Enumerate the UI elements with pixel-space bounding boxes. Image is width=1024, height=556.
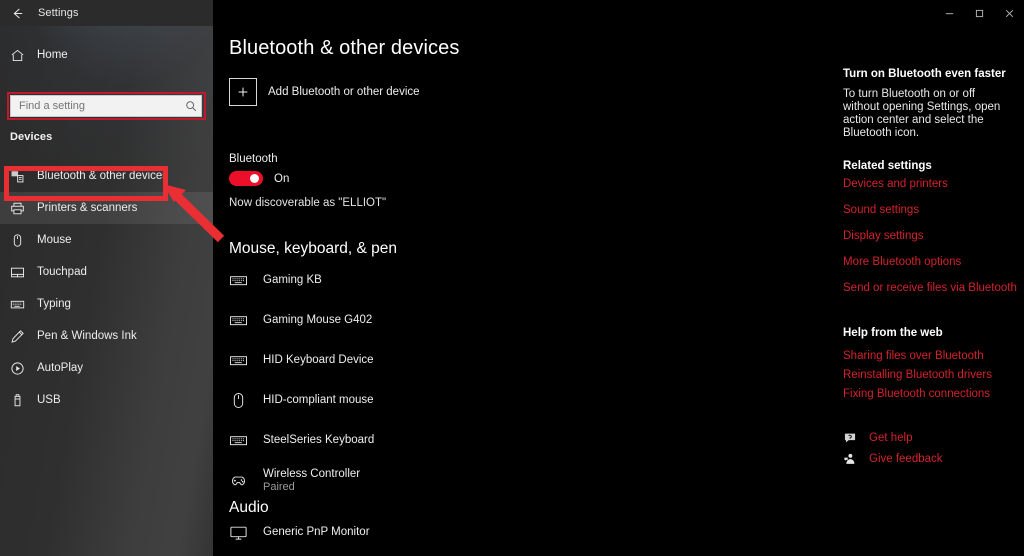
sidebar-item-autoplay[interactable]: AutoPlay — [0, 352, 213, 384]
related-link-devices-and-printers[interactable]: Devices and printers — [843, 178, 948, 190]
sidebar-item-label: AutoPlay — [37, 362, 84, 374]
device-row-gaming-mouse-g402[interactable]: Gaming Mouse G402 — [229, 303, 372, 337]
tip-body: To turn Bluetooth on or off without open… — [843, 88, 1001, 139]
related-link-display-settings[interactable]: Display settings — [843, 230, 924, 242]
sidebar-item-label: Home — [37, 49, 68, 61]
sidebar-item-label: Pen & Windows Ink — [37, 330, 137, 342]
related-link-more-bluetooth-options[interactable]: More Bluetooth options — [843, 256, 961, 268]
device-name: HID-compliant mouse — [263, 394, 374, 406]
discoverable-text: Now discoverable as "ELLIOT" — [229, 197, 387, 209]
sidebar-item-label: Typing — [37, 298, 71, 310]
settings-window: Settings Home Find a setting Devices Blu… — [0, 0, 1024, 556]
search-icon[interactable] — [185, 100, 197, 112]
related-settings-title: Related settings — [843, 160, 932, 172]
device-row-wireless-controller[interactable]: Wireless Controller Paired — [229, 463, 360, 497]
device-name: Wireless Controller — [263, 467, 361, 480]
feedback-person-icon — [843, 452, 862, 466]
keyboard-icon — [229, 347, 255, 373]
search-input[interactable] — [19, 96, 185, 116]
device-name: SteelSeries Keyboard — [263, 434, 375, 446]
mouse-icon — [10, 233, 32, 248]
sidebar-item-printers-scanners[interactable]: Printers & scanners — [0, 192, 213, 224]
group-title-mouse-keyboard-pen: Mouse, keyboard, & pen — [229, 240, 398, 257]
sidebar-item-label: Touchpad — [37, 266, 87, 278]
page-title: Bluetooth & other devices — [229, 37, 460, 59]
sidebar-item-touchpad[interactable]: Touchpad — [0, 256, 213, 288]
plus-icon — [229, 78, 257, 106]
close-button[interactable] — [994, 0, 1024, 26]
title-bar-left: Settings — [0, 0, 213, 26]
sidebar-item-bluetooth-other-devices[interactable]: Bluetooth & other devices — [0, 160, 213, 192]
get-help-label: Get help — [869, 432, 913, 444]
device-row-hid-compliant-mouse[interactable]: HID-compliant mouse — [229, 383, 374, 417]
device-row-gaming-kb[interactable]: Gaming KB — [229, 263, 322, 297]
tip-title: Turn on Bluetooth even faster — [843, 68, 1006, 80]
right-rail: Turn on Bluetooth even faster To turn Bl… — [830, 26, 1024, 556]
sidebar-item-label: Bluetooth & other devices — [37, 170, 169, 182]
usb-icon — [10, 393, 32, 408]
sidebar-item-usb[interactable]: USB — [0, 384, 213, 416]
sidebar-item-label: Printers & scanners — [37, 202, 138, 214]
device-row-hid-keyboard-device[interactable]: HID Keyboard Device — [229, 343, 374, 377]
question-bubble-icon — [843, 431, 862, 445]
bluetooth-toggle-row[interactable]: On — [229, 171, 289, 186]
sidebar-item-typing[interactable]: Typing — [0, 288, 213, 320]
keyboard-icon — [229, 427, 255, 453]
home-icon — [10, 48, 32, 63]
gamepad-icon — [229, 467, 255, 493]
keyboard-icon — [229, 267, 255, 293]
bluetooth-devices-icon — [10, 169, 32, 184]
give-feedback-button[interactable]: Give feedback — [843, 452, 943, 466]
window-title: Settings — [38, 7, 79, 19]
sidebar-item-label: USB — [37, 394, 61, 406]
device-status: Paired — [263, 480, 295, 493]
pen-icon — [10, 329, 32, 344]
sidebar-item-mouse[interactable]: Mouse — [0, 224, 213, 256]
sidebar-item-home[interactable]: Home — [0, 40, 213, 70]
sidebar-section-heading: Devices — [10, 131, 53, 143]
device-name: Gaming KB — [263, 274, 322, 286]
help-link-sharing-files[interactable]: Sharing files over Bluetooth — [843, 350, 984, 362]
bluetooth-label: Bluetooth — [229, 153, 278, 165]
sidebar-item-pen-windows-ink[interactable]: Pen & Windows Ink — [0, 320, 213, 352]
add-device-label: Add Bluetooth or other device — [268, 86, 420, 98]
mouse-icon — [229, 387, 255, 413]
touchpad-icon — [10, 265, 32, 280]
add-bluetooth-device-button[interactable]: Add Bluetooth or other device — [229, 78, 420, 106]
keyboard-icon — [229, 307, 255, 333]
related-link-send-receive-files[interactable]: Send or receive files via Bluetooth — [843, 282, 1017, 294]
window-controls — [934, 0, 1024, 26]
device-name: Gaming Mouse G402 — [263, 314, 373, 326]
search-box[interactable] — [10, 95, 202, 117]
main-content: Bluetooth & other devices Add Bluetooth … — [213, 26, 830, 556]
title-bar: Settings — [0, 0, 1024, 26]
sidebar-item-label: Mouse — [37, 234, 72, 246]
device-row-generic-pnp-monitor[interactable]: Generic PnP Monitor — [229, 515, 370, 549]
bluetooth-toggle[interactable] — [229, 171, 263, 186]
sidebar: Home Devices Blu — [0, 26, 213, 556]
keyboard-icon — [10, 297, 32, 312]
minimize-button[interactable] — [934, 0, 964, 26]
back-arrow-icon[interactable] — [0, 0, 34, 26]
help-from-web-title: Help from the web — [843, 327, 943, 339]
autoplay-icon — [10, 361, 32, 376]
help-link-reinstalling-drivers[interactable]: Reinstalling Bluetooth drivers — [843, 369, 992, 381]
give-feedback-label: Give feedback — [869, 453, 943, 465]
help-link-fixing-connections[interactable]: Fixing Bluetooth connections — [843, 388, 990, 400]
printer-icon — [10, 201, 32, 216]
related-link-sound-settings[interactable]: Sound settings — [843, 204, 919, 216]
device-name: HID Keyboard Device — [263, 354, 374, 366]
maximize-button[interactable] — [964, 0, 994, 26]
device-row-steelseries-keyboard[interactable]: SteelSeries Keyboard — [229, 423, 374, 457]
bluetooth-toggle-state: On — [274, 172, 290, 185]
monitor-icon — [229, 519, 255, 545]
get-help-button[interactable]: Get help — [843, 431, 912, 445]
device-name: Generic PnP Monitor — [263, 526, 370, 538]
